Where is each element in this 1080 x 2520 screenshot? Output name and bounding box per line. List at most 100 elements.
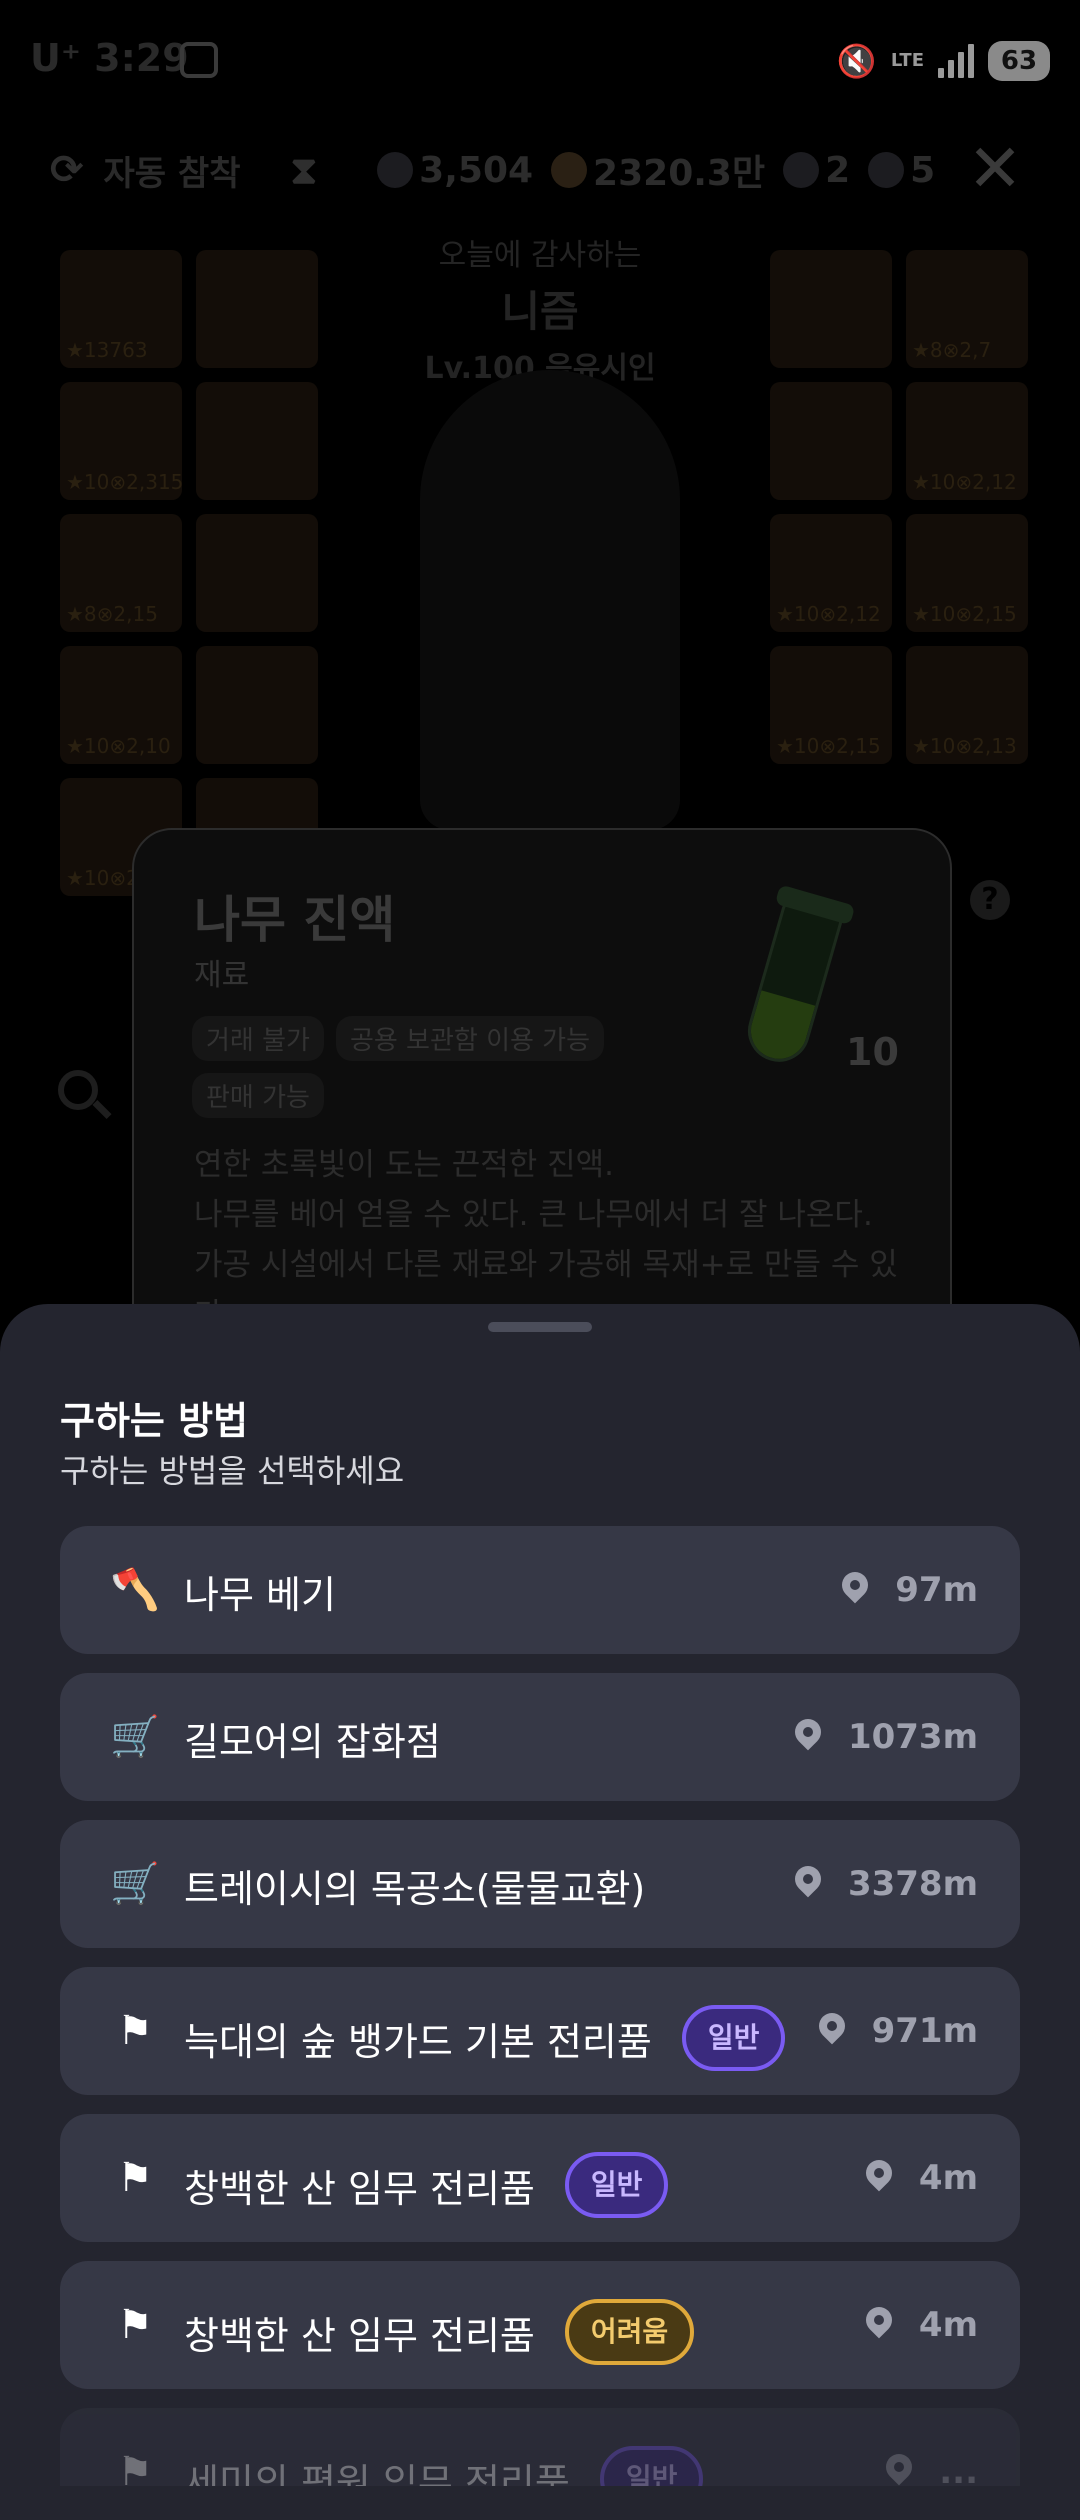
character-card[interactable]: ★10⊗2,15 [770, 646, 892, 764]
method-distance: ... [885, 2452, 978, 2486]
sheet-subtitle: 구하는 방법을 선택하세요 [60, 1452, 405, 1490]
card-stat: ★10⊗2,13 [912, 734, 1017, 758]
refresh-icon: ⟳ [50, 147, 84, 193]
character-card[interactable] [196, 514, 318, 632]
method-distance: 971m [818, 2011, 978, 2051]
method-distance: 97m [841, 1570, 978, 1610]
location-pin-icon [865, 2160, 893, 2196]
screen: U⁺ 3:29 🔇 LTE 63 ⟳ 자동 참착 ⧗ 3,504 2320.3만 2… [0, 0, 1080, 2520]
method-distance: 1073m [794, 1717, 978, 1757]
character-card[interactable]: ★10⊗2,12 [906, 382, 1028, 500]
method-row[interactable]: ⚑ 늑대의 숲 뱅가드 기본 전리품 일반 971m [60, 1967, 1020, 2095]
character-card[interactable] [196, 646, 318, 764]
character-card[interactable]: ★10⊗2,13 [906, 646, 1028, 764]
location-pin-icon [818, 2013, 846, 2049]
method-row[interactable]: 🪓 나무 베기 97m [60, 1526, 1020, 1654]
item-tag: 공용 보관함 이용 가능 [335, 1016, 605, 1061]
close-icon[interactable]: ✕ [960, 136, 1030, 206]
card-stat: ★10⊗2,315 [66, 470, 184, 494]
sheet-title: 구하는 방법 [60, 1399, 249, 1443]
character-card[interactable] [196, 250, 318, 368]
status-time: U⁺ 3:29 [30, 36, 189, 80]
method-name: 창백한 산 임무 전리품 [184, 2313, 535, 2358]
distance-value: 3378m [847, 1864, 978, 1904]
location-pin-icon [841, 1572, 869, 1608]
resource-item: 5 [868, 144, 935, 196]
item-description-line: 연한 초록빛이 도는 끈적한 진액. [194, 1147, 615, 1183]
distance-value: 4m [918, 2158, 978, 2198]
method-label: 세미의 평원 임무 전리품 일반 [184, 2446, 704, 2487]
search-icon[interactable] [58, 1070, 112, 1122]
location-pin-icon [794, 1719, 822, 1755]
card-stat: ★10⊗2,12 [776, 602, 881, 626]
method-label: 창백한 산 임무 전리품 어려움 [184, 2299, 695, 2365]
loot-icon: ⚑ [117, 2449, 153, 2486]
mute-icon: 🔇 [836, 42, 877, 80]
leaf-icon [783, 152, 820, 188]
method-row[interactable]: ⚑ 창백한 산 임무 전리품 어려움 4m [60, 2261, 1020, 2389]
signal-icon [938, 44, 974, 78]
character-card[interactable]: ★10⊗2,12 [770, 514, 892, 632]
method-label: 길모어의 잡화점 [184, 1711, 441, 1766]
character-card[interactable] [770, 250, 892, 368]
acquire-methods-sheet: 구하는 방법 구하는 방법을 선택하세요 🪓 나무 베기 97m 🛒 길모어의 잡화점 1… [0, 1304, 1080, 2520]
card-stat: ★10⊗2,12 [912, 470, 1017, 494]
method-row[interactable]: 🛒 길모어의 잡화점 1073m [60, 1673, 1020, 1801]
item-tag: 판매 가능 [192, 1073, 324, 1118]
loot-icon: ⚑ [117, 2302, 153, 2348]
status-bar: U⁺ 3:29 🔇 LTE 63 [0, 0, 1080, 120]
method-name: 세미의 평원 임무 전리품 [184, 2460, 570, 2487]
location-pin-icon [794, 1866, 822, 1902]
card-stat: ★8⊗2,15 [66, 602, 158, 626]
method-row[interactable]: ⚑ 창백한 산 임무 전리품 일반 4m [60, 2114, 1020, 2242]
distance-value: 4m [918, 2305, 978, 2345]
help-icon[interactable]: ? [970, 880, 1010, 920]
item-tag: 거래 불가 [192, 1016, 324, 1061]
test-tube-icon [731, 884, 858, 1079]
left-card-grid: ★13763 ★10⊗2,315 ★8⊗2,15 ★10⊗2,10 ★10⊗2,12 [60, 250, 318, 896]
card-stat: ★10⊗2,10 [66, 734, 171, 758]
item-count: 10 [846, 1030, 899, 1074]
coin-icon [551, 152, 588, 188]
method-label: 트레이시의 목공소(물물교환) [184, 1858, 645, 1913]
loot-icon: ⚑ [117, 2155, 153, 2201]
npc-name: 니즘 [501, 287, 579, 336]
location-pin-icon [885, 2454, 913, 2486]
trophy-icon [868, 152, 905, 188]
item-description-line: 나무를 베어 얻을 수 있다. 큰 나무에서 더 잘 나온다. [194, 1197, 873, 1233]
method-label: 나무 베기 [184, 1564, 336, 1619]
sheet-drag-handle[interactable] [488, 1322, 592, 1332]
method-name: 창백한 산 임무 전리품 [184, 2166, 535, 2211]
method-distance: 4m [865, 2158, 978, 2198]
character-card[interactable]: ★13763 [60, 250, 182, 368]
method-row[interactable]: 🛒 트레이시의 목공소(물물교환) 3378m [60, 1820, 1020, 1948]
method-row[interactable]: ⚑ 세미의 평원 임무 전리품 일반... [60, 2408, 1020, 2486]
distance-value: 1073m [847, 1717, 978, 1757]
distance-value: 971m [871, 2011, 978, 2051]
character-card[interactable]: ★10⊗2,315 [60, 382, 184, 500]
cart-icon: 🛒 [110, 1714, 160, 1760]
character-card[interactable]: ★8⊗2,7 [906, 250, 1028, 368]
resource-value: 5 [910, 149, 936, 191]
difficulty-badge: 일반 [564, 2152, 669, 2218]
gem-icon [377, 152, 414, 188]
resource-item: 3,504 [377, 144, 533, 196]
axe-icon: 🪓 [110, 1567, 160, 1613]
resource-item: 2320.3만 [551, 144, 765, 196]
character-card[interactable]: ★10⊗2,10 [60, 646, 182, 764]
location-pin-icon [865, 2307, 893, 2343]
character-card[interactable] [196, 382, 318, 500]
method-distance: 4m [865, 2305, 978, 2345]
item-name: 나무 진액 [194, 891, 396, 949]
character-card[interactable]: ★8⊗2,15 [60, 514, 182, 632]
loot-icon: ⚑ [117, 2008, 153, 2054]
character-card[interactable] [770, 382, 892, 500]
card-stat: ★10⊗2,15 [912, 602, 1017, 626]
method-list: 🪓 나무 베기 97m 🛒 길모어의 잡화점 1073m 🛒 트레이시의 목공소(물물교환) 3… [60, 1526, 1020, 2486]
npc-character [420, 370, 680, 830]
resource-item: 2 [783, 144, 850, 196]
auto-label: 자동 참착 [103, 153, 241, 194]
card-stat: ★13763 [66, 338, 148, 362]
card-stat: ★8⊗2,7 [912, 338, 992, 362]
character-card[interactable]: ★10⊗2,15 [906, 514, 1028, 632]
